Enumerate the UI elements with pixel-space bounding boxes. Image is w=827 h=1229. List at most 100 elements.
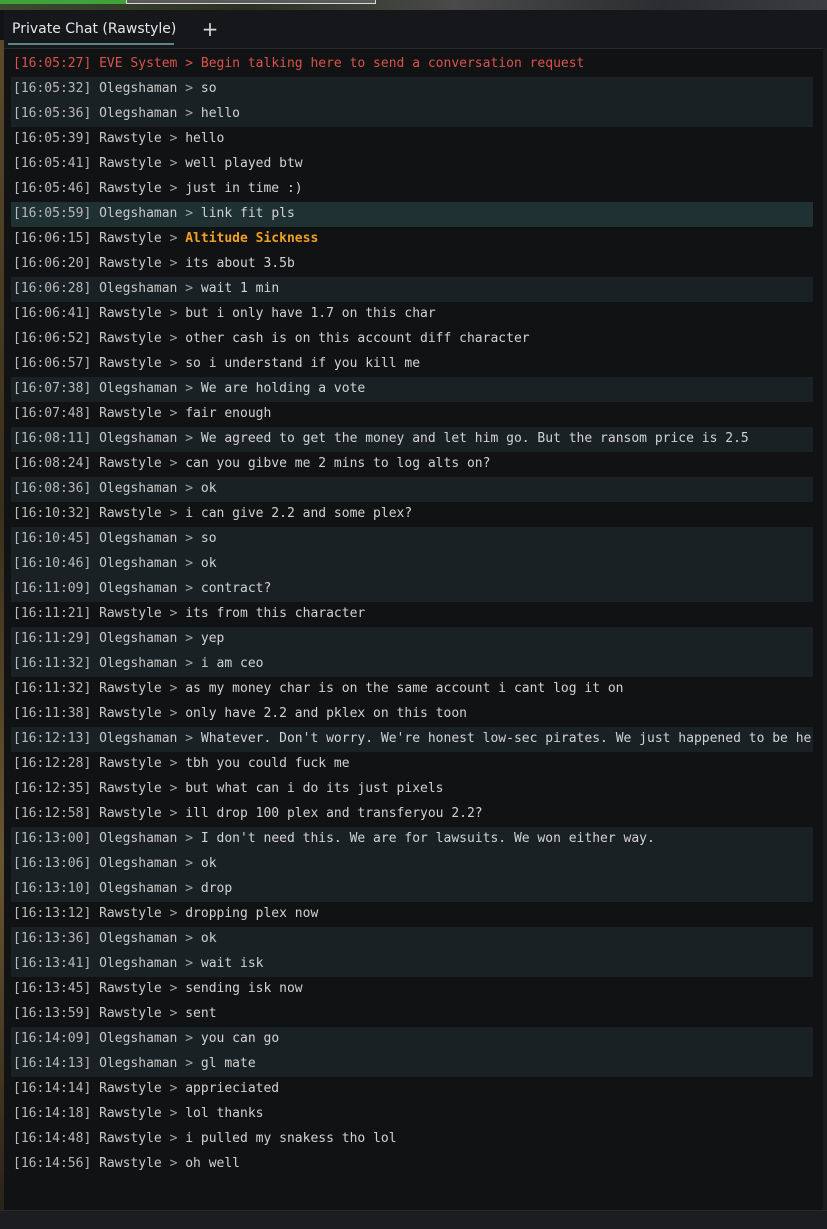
message-timestamp: [16:05:41] [13,156,92,171]
message-sender[interactable]: Olegshaman [99,106,177,121]
message-timestamp: [16:10:46] [13,556,92,571]
message-sender[interactable]: Olegshaman [99,731,177,746]
message-row: [16:12:13] Olegshaman > Whatever. Don't … [11,727,813,752]
message-sender[interactable]: Olegshaman [99,1031,177,1046]
message-timestamp: [16:11:21] [13,606,92,621]
message-sender[interactable]: Rawstyle [99,456,162,471]
message-sender[interactable]: Rawstyle [99,906,162,921]
message-text: can you gibve me 2 mins to log alts on? [185,456,491,471]
message-sender[interactable]: Rawstyle [99,981,162,996]
message-sender[interactable]: Rawstyle [99,681,162,696]
message-sender[interactable]: Rawstyle [99,506,162,521]
message-sender[interactable]: Rawstyle [99,1131,162,1146]
message-row: [16:06:20] Rawstyle > its about 3.5b [11,252,813,277]
message-sender[interactable]: Olegshaman [99,481,177,496]
message-row: [16:12:35] Rawstyle > but what can i do … [11,777,813,802]
message-sender[interactable]: Rawstyle [99,406,162,421]
message-row: [16:08:24] Rawstyle > can you gibve me 2… [11,452,813,477]
message-text: I don't need this. We are for lawsuits. … [200,831,655,846]
message-separator: > [185,81,194,96]
message-sender[interactable]: Olegshaman [99,581,177,596]
message-sender[interactable]: Olegshaman [99,656,177,671]
message-sender[interactable]: Rawstyle [99,256,162,271]
message-text: lol thanks [185,1106,264,1121]
message-row: [16:11:38] Rawstyle > only have 2.2 and … [11,702,813,727]
message-row: [16:05:32] Olegshaman > so [11,77,813,102]
scrollbar[interactable] [823,48,827,1210]
message-separator: > [169,1006,178,1021]
message-row: [16:14:13] Olegshaman > gl mate [11,1052,813,1077]
message-sender[interactable]: EVE System [99,56,177,71]
message-timestamp: [16:13:45] [13,981,92,996]
message-sender[interactable]: Rawstyle [99,156,162,171]
message-row: [16:06:15] Rawstyle > Altitude Sickness [11,227,813,252]
message-row: [16:10:32] Rawstyle > i can give 2.2 and… [11,502,813,527]
active-tab-indicator [8,43,174,45]
message-sender[interactable]: Olegshaman [99,931,177,946]
message-sender[interactable]: Olegshaman [99,856,177,871]
fitting-link[interactable]: Altitude Sickness [185,231,318,246]
message-sender[interactable]: Olegshaman [99,631,177,646]
message-sender[interactable]: Rawstyle [99,331,162,346]
message-sender[interactable]: Rawstyle [99,1081,162,1096]
message-text: dropping plex now [185,906,319,921]
message-sender[interactable]: Rawstyle [99,1006,162,1021]
message-sender[interactable]: Rawstyle [99,806,162,821]
message-separator: > [185,1056,194,1071]
message-row: [16:05:46] Rawstyle > just in time :) [11,177,813,202]
message-separator: > [185,731,194,746]
message-sender[interactable]: Olegshaman [99,431,177,446]
message-sender[interactable]: Rawstyle [99,1156,162,1171]
message-sender[interactable]: Rawstyle [99,1106,162,1121]
message-sender[interactable]: Rawstyle [99,606,162,621]
message-sender[interactable]: Olegshaman [99,1056,177,1071]
message-sender[interactable]: Rawstyle [99,181,162,196]
message-sender[interactable]: Olegshaman [99,281,177,296]
message-sender[interactable]: Rawstyle [99,781,162,796]
message-row: [16:13:45] Rawstyle > sending isk now [11,977,813,1002]
message-sender[interactable]: Olegshaman [99,531,177,546]
message-text: link fit pls [200,206,295,221]
message-sender[interactable]: Olegshaman [99,556,177,571]
message-separator: > [169,1156,178,1171]
message-sender[interactable]: Rawstyle [99,706,162,721]
message-text: sending isk now [185,981,303,996]
message-sender[interactable]: Rawstyle [99,356,162,371]
message-timestamp: [16:11:32] [13,656,92,671]
message-text: so i understand if you kill me [185,356,421,371]
message-text: drop [200,881,233,896]
message-separator: > [169,1131,178,1146]
message-list[interactable]: [16:05:27] EVE System > Begin talking he… [11,52,813,1182]
message-sender[interactable]: Olegshaman [99,81,177,96]
message-sender[interactable]: Olegshaman [99,881,177,896]
message-text: its about 3.5b [185,256,295,271]
add-tab-button[interactable]: + [200,18,220,40]
message-text: wait isk [200,956,264,971]
message-row: [16:14:09] Olegshaman > you can go [11,1027,813,1052]
message-sender[interactable]: Rawstyle [99,756,162,771]
message-sender[interactable]: Olegshaman [99,956,177,971]
message-separator: > [169,256,178,271]
message-row: [16:10:45] Olegshaman > so [11,527,813,552]
chat-window: Private Chat (Rawstyle) + [16:05:27] EVE… [0,0,827,1229]
message-row: [16:14:48] Rawstyle > i pulled my snakes… [11,1127,813,1152]
chat-input-area[interactable] [0,1210,827,1229]
message-text: but what can i do its just pixels [185,781,444,796]
message-timestamp: [16:07:38] [13,381,92,396]
message-sender[interactable]: Rawstyle [99,231,162,246]
message-separator: > [185,531,194,546]
message-timestamp: [16:14:48] [13,1131,92,1146]
message-row: [16:05:39] Rawstyle > hello [11,127,813,152]
message-text: oh well [185,1156,241,1171]
message-timestamp: [16:05:36] [13,106,92,121]
message-sender[interactable]: Olegshaman [99,381,177,396]
message-row: [16:13:10] Olegshaman > drop [11,877,813,902]
message-sender[interactable]: Rawstyle [99,131,162,146]
message-timestamp: [16:13:10] [13,881,92,896]
message-sender[interactable]: Olegshaman [99,831,177,846]
background-edge [0,40,4,1210]
message-separator: > [185,281,194,296]
tab-private-chat[interactable]: Private Chat (Rawstyle) [8,18,180,46]
message-sender[interactable]: Olegshaman [99,206,177,221]
message-sender[interactable]: Rawstyle [99,306,162,321]
